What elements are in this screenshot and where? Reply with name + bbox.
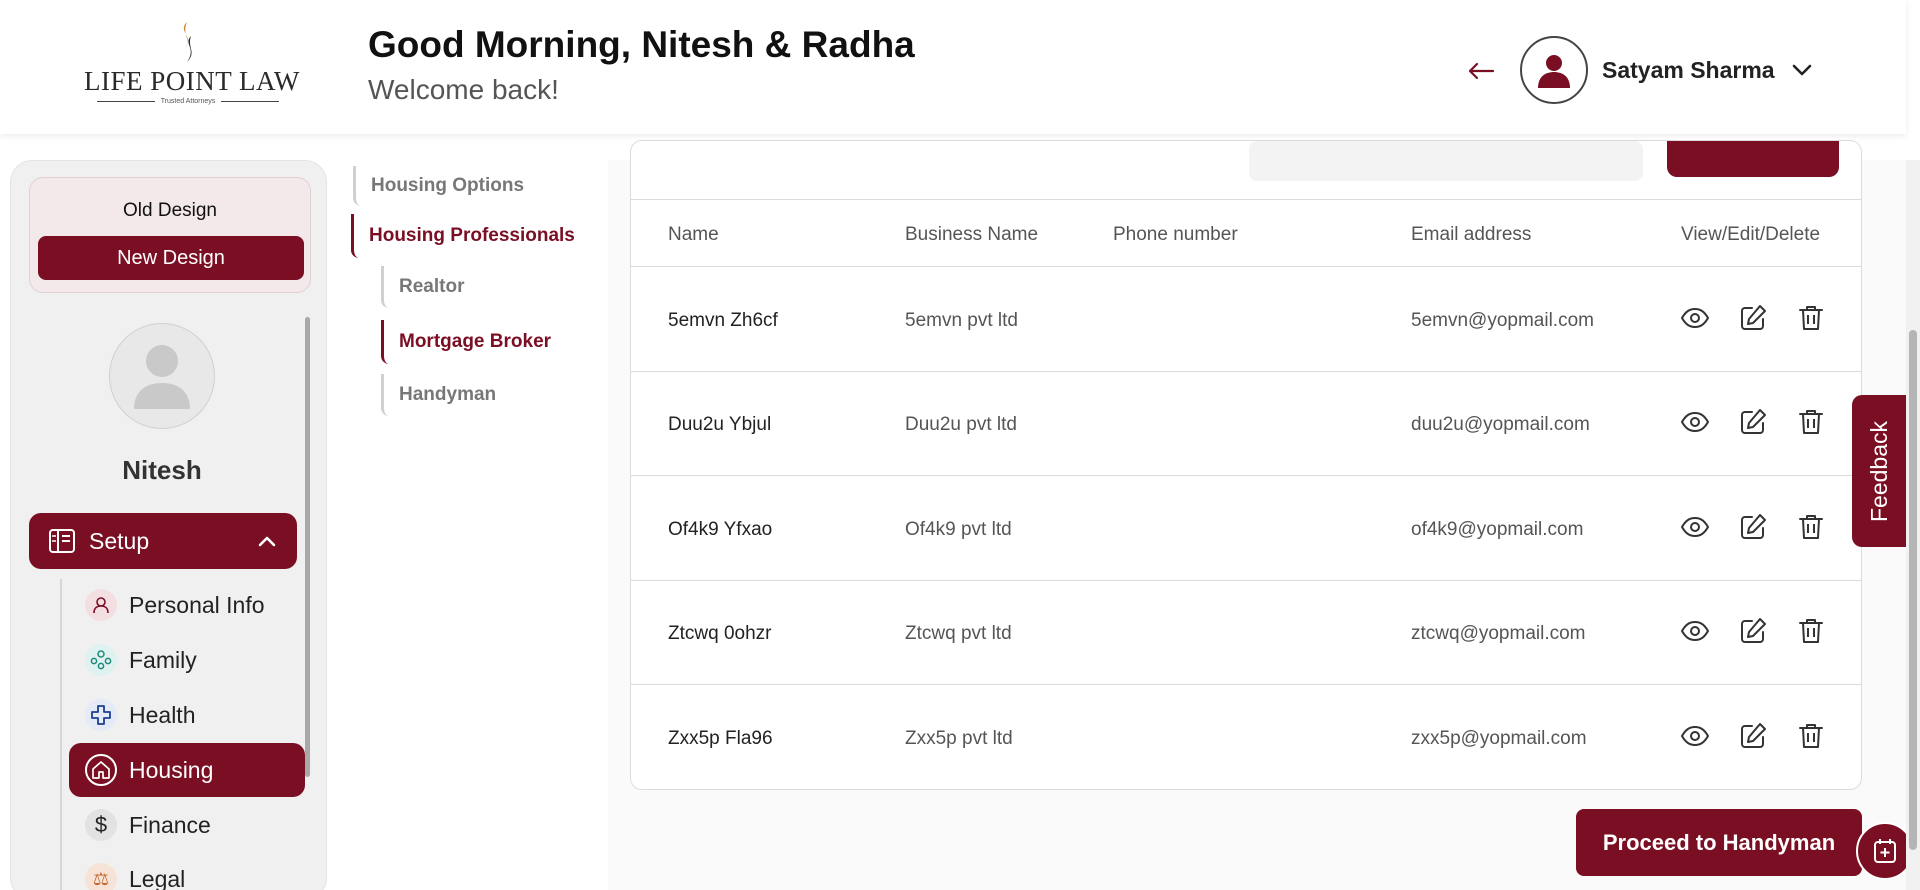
sidebar: Old Design New Design Nitesh Setup Perso…: [10, 160, 327, 890]
delete-trash-icon[interactable]: [1795, 615, 1827, 647]
row-email: zxx5p@yopmail.com: [1411, 728, 1587, 749]
subnav-handyman[interactable]: Handyman: [381, 374, 496, 416]
subnav-realtor[interactable]: Realtor: [381, 266, 464, 308]
book-icon: [49, 529, 75, 553]
delete-trash-icon[interactable]: [1795, 406, 1827, 438]
design-switcher: Old Design New Design: [29, 177, 311, 293]
add-button[interactable]: [1667, 141, 1839, 177]
row-business: Ztcwq pvt ltd: [905, 623, 1012, 644]
edit-icon[interactable]: [1737, 511, 1769, 543]
sidebar-item-label: Health: [129, 701, 196, 728]
health-cross-icon: [85, 699, 117, 731]
subnav-housing-options[interactable]: Housing Options: [353, 166, 524, 206]
row-email: ztcwq@yopmail.com: [1411, 623, 1586, 644]
edit-icon[interactable]: [1737, 615, 1769, 647]
chevron-up-icon: [258, 536, 276, 547]
profile-name: Nitesh: [122, 455, 202, 485]
person-icon: [85, 589, 117, 621]
table-row: Of4k9 Yfxao Of4k9 pvt ltd of4k9@yopmail.…: [631, 477, 1861, 581]
sidebar-item-health[interactable]: Health: [69, 691, 305, 739]
sidebar-item-label: Finance: [129, 811, 211, 838]
sidebar-scrollbar[interactable]: [305, 317, 310, 777]
subnav-mortgage-broker[interactable]: Mortgage Broker: [381, 320, 551, 364]
family-icon: [85, 644, 117, 676]
column-header-actions: View/Edit/Delete: [1681, 224, 1821, 245]
table-row: 5emvn Zh6cf 5emvn pvt ltd 5emvn@yopmail.…: [631, 268, 1861, 372]
row-name: Of4k9 Yfxao: [668, 519, 773, 540]
edit-icon[interactable]: [1737, 720, 1769, 752]
table-row: Duu2u Ybjul Duu2u pvt ltd duu2u@yopmail.…: [631, 372, 1861, 476]
avatar: [1520, 36, 1588, 104]
add-note-icon: [1874, 839, 1896, 863]
user-menu[interactable]: Satyam Sharma: [1520, 36, 1815, 104]
user-avatar-icon: [1538, 55, 1570, 88]
view-eye-icon[interactable]: [1679, 720, 1711, 752]
column-header-name: Name: [668, 224, 719, 245]
row-email: of4k9@yopmail.com: [1411, 519, 1584, 540]
setup-label: Setup: [89, 527, 150, 554]
edit-icon[interactable]: [1737, 406, 1769, 438]
column-header-email: Email address: [1411, 224, 1532, 245]
person-placeholder-icon: [134, 345, 190, 409]
sidebar-item-housing[interactable]: Housing: [69, 743, 305, 797]
profile-avatar[interactable]: [109, 323, 215, 429]
row-email: duu2u@yopmail.com: [1411, 414, 1590, 435]
sidebar-item-personal-info[interactable]: Personal Info: [69, 581, 305, 629]
sidebar-item-label: Personal Info: [129, 591, 265, 618]
app-header: LIFE POINT LAW Trusted Attorneys Good Mo…: [0, 0, 1906, 134]
table-row: Ztcwq 0ohzr Ztcwq pvt ltd ztcwq@yopmail.…: [631, 581, 1861, 685]
row-name: Duu2u Ybjul: [668, 414, 772, 435]
legal-icon: ⚖: [85, 863, 117, 890]
delete-trash-icon[interactable]: [1795, 511, 1827, 543]
row-business: 5emvn pvt ltd: [905, 310, 1018, 331]
sidebar-item-label: Housing: [129, 756, 214, 783]
greeting-title: Good Morning, Nitesh & Radha: [368, 24, 915, 65]
logo: LIFE POINT LAW Trusted Attorneys: [84, 20, 300, 110]
row-business: Of4k9 pvt ltd: [905, 519, 1012, 540]
feedback-label: Feedback: [1865, 420, 1892, 522]
row-name: Zxx5p Fla96: [668, 728, 773, 749]
logo-text: LIFE POINT LAW: [84, 66, 300, 96]
setup-menu[interactable]: Setup: [29, 513, 297, 569]
view-eye-icon[interactable]: [1679, 302, 1711, 334]
view-eye-icon[interactable]: [1679, 511, 1711, 543]
edit-icon[interactable]: [1737, 302, 1769, 334]
delete-trash-icon[interactable]: [1795, 302, 1827, 334]
page-scrollbar[interactable]: [1906, 160, 1920, 890]
column-header-phone: Phone number: [1113, 224, 1238, 245]
sidebar-item-label: Family: [129, 646, 197, 673]
greeting-subtitle: Welcome back!: [368, 74, 559, 105]
subnav-housing-professionals[interactable]: Housing Professionals: [351, 214, 575, 258]
dollar-icon: $: [85, 809, 117, 841]
chevron-down-icon[interactable]: [1789, 57, 1815, 83]
sidebar-item-family[interactable]: Family: [69, 636, 305, 684]
search-input[interactable]: [1249, 141, 1643, 181]
row-business: Zxx5p pvt ltd: [905, 728, 1013, 749]
new-design-button[interactable]: New Design: [38, 236, 304, 280]
sidebar-item-legal[interactable]: ⚖ Legal: [69, 855, 305, 890]
housing-subnav: Housing Options Housing Professionals Re…: [345, 160, 605, 890]
feedback-tab[interactable]: Feedback: [1852, 395, 1906, 547]
table-header: Name Business Name Phone number Email ad…: [631, 199, 1861, 267]
row-email: 5emvn@yopmail.com: [1411, 310, 1594, 331]
home-icon: [85, 754, 117, 786]
row-business: Duu2u pvt ltd: [905, 414, 1017, 435]
proceed-button[interactable]: Proceed to Handyman: [1576, 809, 1862, 876]
professionals-table: Name Business Name Phone number Email ad…: [630, 140, 1862, 790]
column-header-business: Business Name: [905, 224, 1039, 245]
sidebar-item-label: Legal: [129, 865, 186, 890]
row-name: Ztcwq 0ohzr: [668, 623, 772, 644]
view-eye-icon[interactable]: [1679, 406, 1711, 438]
sidebar-item-finance[interactable]: $ Finance: [69, 801, 305, 849]
user-name: Satyam Sharma: [1602, 56, 1775, 83]
logo-tagline: Trusted Attorneys: [160, 98, 216, 105]
scrollbar-thumb[interactable]: [1909, 330, 1917, 850]
view-eye-icon[interactable]: [1679, 615, 1711, 647]
old-design-button[interactable]: Old Design: [30, 200, 310, 222]
delete-trash-icon[interactable]: [1795, 720, 1827, 752]
row-name: 5emvn Zh6cf: [668, 310, 778, 331]
back-arrow-icon[interactable]: [1466, 56, 1496, 86]
table-row: Zxx5p Fla96 Zxx5p pvt ltd zxx5p@yopmail.…: [631, 686, 1861, 789]
flame-logo-icon: [183, 22, 192, 62]
